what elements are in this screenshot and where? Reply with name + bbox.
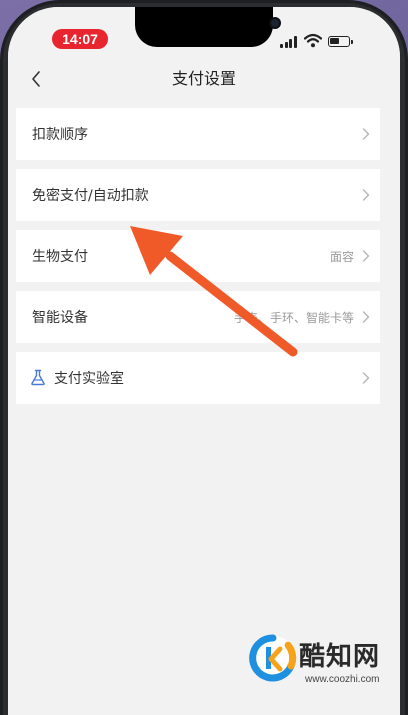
chevron-left-icon: [32, 71, 40, 87]
phone-screen: 14:07 支付设置 扣款顺序 免密支付/自动扣款 生物支付 面容 智能设备 手…: [8, 7, 400, 715]
wifi-icon: [304, 33, 322, 48]
front-camera-icon: [271, 19, 279, 27]
watermark-url: www.coozhi.com: [305, 674, 380, 685]
row-label: 智能设备: [32, 310, 88, 326]
settings-row-debit-order[interactable]: 扣款顺序: [16, 108, 380, 160]
page-title: 支付设置: [171, 69, 236, 88]
watermark-name: 酷知网: [299, 642, 381, 672]
notch: [135, 7, 279, 47]
row-value: 手表、手环、智能卡等: [233, 310, 354, 325]
settings-row-payment-lab[interactable]: 支付实验室: [16, 352, 380, 404]
settings-list: 扣款顺序 免密支付/自动扣款 生物支付 面容 智能设备 手表、手环、智能卡等 支…: [16, 108, 380, 413]
settings-row-password-free-pay[interactable]: 免密支付/自动扣款: [16, 169, 380, 221]
row-label: 免密支付/自动扣款: [32, 188, 149, 204]
nav-bar: 支付设置: [8, 57, 400, 101]
settings-row-biometric-pay[interactable]: 生物支付 面容: [16, 230, 380, 282]
watermark-logo-icon: [249, 634, 297, 682]
row-label: 扣款顺序: [32, 127, 88, 143]
chevron-right-icon: [362, 189, 370, 201]
chevron-right-icon: [362, 250, 370, 262]
signal-icon: [280, 36, 298, 48]
back-button[interactable]: [22, 65, 50, 93]
battery-icon: [328, 36, 353, 47]
flask-icon: [31, 369, 45, 386]
chevron-right-icon: [362, 311, 370, 323]
row-label: 支付实验室: [54, 371, 124, 387]
chevron-right-icon: [362, 372, 370, 384]
row-value: 面容: [329, 249, 354, 264]
status-time: 14:07: [52, 29, 108, 49]
watermark: 酷知网 www.coozhi.com: [247, 632, 397, 692]
chevron-right-icon: [362, 128, 370, 140]
row-label: 生物支付: [32, 249, 88, 265]
settings-row-smart-devices[interactable]: 智能设备 手表、手环、智能卡等: [16, 291, 380, 343]
status-bar: 14:07: [8, 7, 400, 57]
